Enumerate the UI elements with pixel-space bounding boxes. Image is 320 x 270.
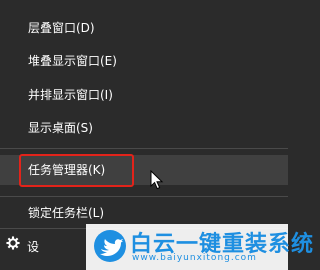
menu-divider [0,148,288,149]
menu-item-show-desktop[interactable]: 显示桌面(S) [0,113,288,143]
watermark-url: www.baiyunxitong.com [132,253,257,263]
bird-logo-icon [94,230,126,262]
menu-item-stack-windows[interactable]: 堆叠显示窗口(E) [0,46,288,76]
menu-divider [0,196,288,197]
highlight-box [19,154,134,187]
menu-item-label: 显示桌面(S) [28,121,93,135]
gear-icon [6,236,20,250]
menu-item-label: 堆叠显示窗口(E) [28,54,117,68]
menu-item-label: 并排显示窗口(I) [28,88,113,102]
menu-item-cascade-windows[interactable]: 层叠窗口(D) [0,13,288,43]
menu-item-label: 层叠窗口(D) [28,21,95,35]
menu-item-taskbar-settings-label[interactable]: 设 [27,238,39,255]
menu-item-side-by-side-windows[interactable]: 并排显示窗口(I) [0,80,288,110]
mouse-pointer-icon [150,170,164,190]
